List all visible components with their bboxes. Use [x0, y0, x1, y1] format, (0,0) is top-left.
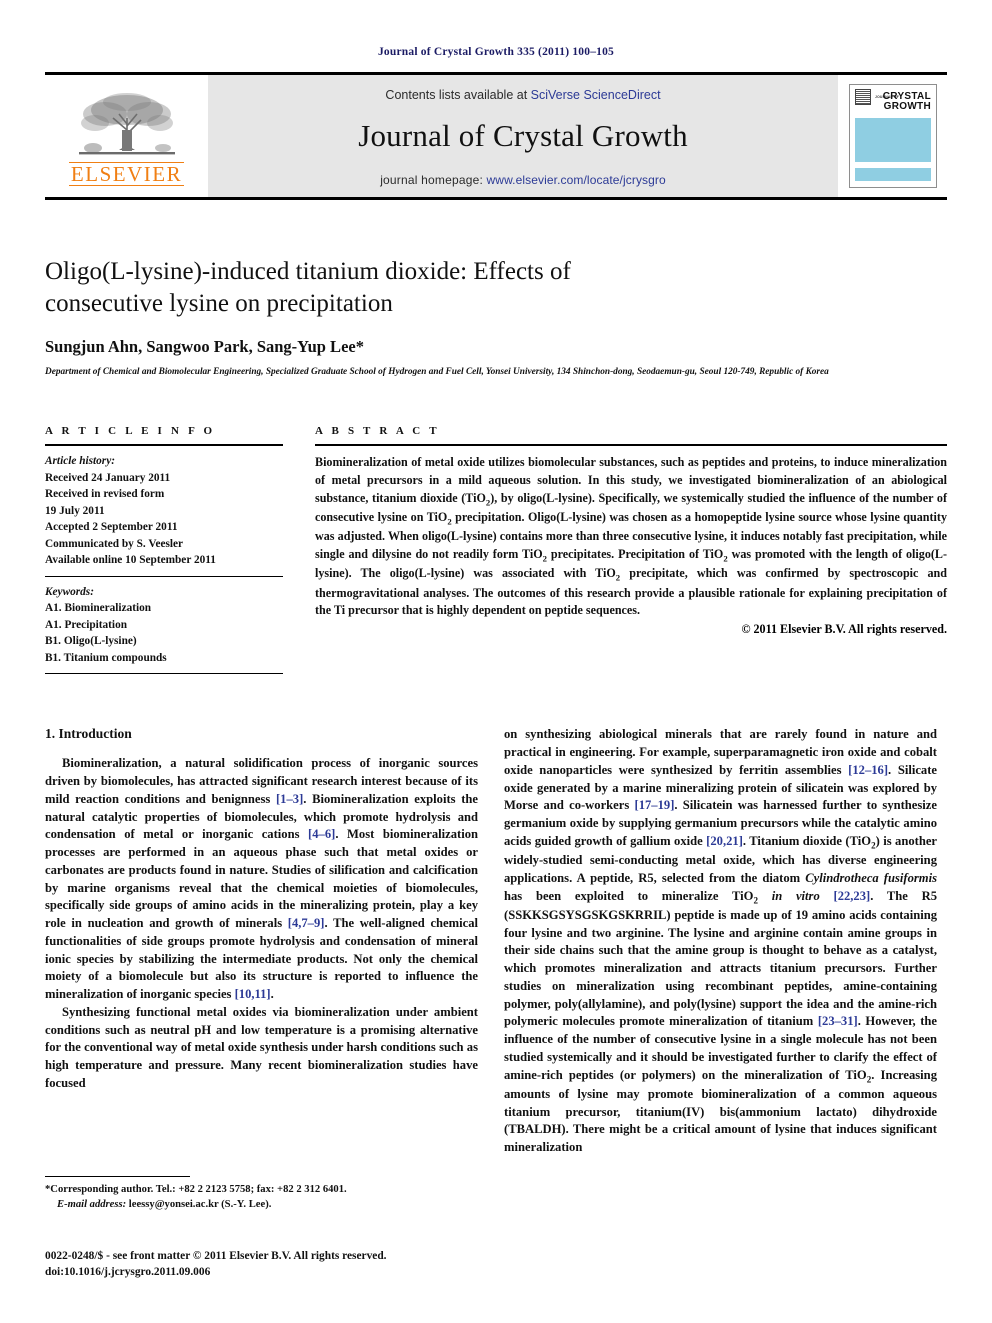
issn-front-matter: 0022-0248/$ - see front matter © 2011 El… [45, 1250, 387, 1262]
issn-copyright-block: 0022-0248/$ - see front matter © 2011 El… [45, 1248, 495, 1280]
abstract-text: Biomineralization of metal oxide utilize… [315, 446, 947, 620]
doi-line[interactable]: doi:10.1016/j.jcrysgro.2011.09.006 [45, 1264, 495, 1280]
email-address[interactable]: leessy@yonsei.ac.kr (S.-Y. Lee). [126, 1199, 272, 1210]
history-item: 19 July 2011 [45, 504, 105, 517]
intro-l-c: . Most biomineralization processes are p… [45, 827, 478, 931]
info-abstract-row: A R T I C L E I N F O Article history: R… [45, 425, 947, 675]
cover-title-line2: GROWTH [883, 101, 931, 113]
intro-l-e: . [270, 987, 274, 1002]
citation-link[interactable]: [22,23] [834, 889, 871, 903]
journal-homepage-line: journal homepage: www.elsevier.com/locat… [380, 173, 666, 187]
in-vitro-term: in vitro [771, 888, 820, 903]
history-item: Available online 10 September 2011 [45, 554, 216, 567]
intro-paragraph-1: Biomineralization, a natural solidificat… [45, 755, 478, 1004]
article-info-column: A R T I C L E I N F O Article history: R… [45, 425, 283, 675]
body-column-right: on synthesizing abiological minerals tha… [504, 726, 937, 1157]
keyword-item: A1. Biomineralization [45, 602, 152, 615]
section-heading-introduction: 1. Introduction [45, 726, 132, 742]
citation-link[interactable]: [10,11] [235, 987, 271, 1001]
sciencedirect-link[interactable]: SciVerse ScienceDirect [531, 88, 661, 102]
elsevier-tree-icon [78, 92, 175, 155]
abstract-copyright: © 2011 Elsevier B.V. All rights reserved… [741, 622, 947, 637]
elsevier-logo: ELSEVIER [45, 75, 208, 197]
keywords-label: Keywords: [45, 585, 94, 598]
contents-prefix: Contents lists available at [385, 88, 531, 102]
email-label: E-mail address: [57, 1199, 127, 1211]
affiliation: Department of Chemical and Biomolecular … [45, 367, 829, 377]
citation-link[interactable]: [1–3] [276, 792, 303, 806]
abstract-seg-4: precipitates. Precipitation of TiO [547, 547, 724, 562]
citation-link[interactable]: [12–16] [848, 763, 888, 777]
history-item: Accepted 2 September 2011 [45, 521, 178, 534]
keyword-item: B1. Oligo(L-lysine) [45, 635, 137, 648]
journal-title: Journal of Crystal Growth [358, 118, 688, 153]
history-item: Received in revised form [45, 488, 165, 501]
cover-image-band [855, 118, 931, 162]
author-list: Sungjun Ahn, Sangwoo Park, Sang-Yup Lee* [45, 337, 364, 356]
intro-r-f: has been exploited to mineralize TiO [504, 888, 754, 903]
intro-r-d: . Titanium dioxide (TiO [742, 833, 872, 848]
title-block: Oligo(L-lysine)-induced titanium dioxide… [45, 256, 947, 379]
intro-paragraph-3: on synthesizing abiological minerals tha… [504, 726, 937, 1157]
page-title: Oligo(L-lysine)-induced titanium dioxide… [45, 258, 571, 317]
contents-available-line: Contents lists available at SciVerse Sci… [385, 88, 660, 102]
corresponding-text: Corresponding author. Tel.: +82 2 2123 5… [50, 1184, 347, 1195]
homepage-url-link[interactable]: www.elsevier.com/locate/jcrysgro [487, 173, 666, 187]
journal-cover-thumbnail: JOURNAL OF CRYSTAL GROWTH [838, 75, 947, 197]
citation-link[interactable]: [4–6] [308, 827, 335, 841]
intro-paragraph-2: Synthesizing functional metal oxides via… [45, 1004, 478, 1090]
organism-name: Cylindrotheca fusiformis [805, 870, 937, 885]
keyword-item: B1. Titanium compounds [45, 651, 167, 664]
history-item: Communicated by S. Veesler [45, 537, 184, 550]
cover-mini-logo-icon [855, 89, 871, 105]
intro-r-g: . The R5 (SSKKSGSYSGSKGSKRRIL) peptide i… [504, 888, 938, 1029]
cover-header: JOURNAL OF CRYSTAL GROWTH [855, 89, 931, 115]
paper-page: Journal of Crystal Growth 335 (2011) 100… [0, 0, 992, 1323]
cover-footer-band [855, 168, 931, 181]
article-history-label: Article history: [45, 455, 115, 468]
abstract-heading: A B S T R A C T [315, 425, 440, 438]
keywords-block: Keywords: A1. Biomineralization A1. Prec… [45, 577, 283, 666]
history-item: Received 24 January 2011 [45, 471, 171, 484]
article-info-rule-bottom [45, 673, 283, 675]
cover-title-wrap: JOURNAL OF CRYSTAL GROWTH [874, 89, 931, 112]
elsevier-wordmark: ELSEVIER [68, 161, 185, 187]
citation-link[interactable]: [20,21] [706, 834, 743, 848]
footnote-rule [45, 1176, 190, 1177]
citation-link[interactable]: [4,7–9] [288, 916, 325, 930]
running-head: Journal of Crystal Growth 335 (2011) 100… [377, 46, 615, 58]
article-info-heading: A R T I C L E I N F O [45, 425, 216, 438]
homepage-prefix: journal homepage: [380, 173, 487, 187]
citation-link[interactable]: [23–31] [818, 1014, 858, 1028]
body-column-left: 1. Introduction Biomineralization, a nat… [45, 726, 478, 1157]
body-columns: 1. Introduction Biomineralization, a nat… [45, 726, 947, 1157]
journal-masthead: ELSEVIER Contents lists available at Sci… [45, 72, 947, 200]
keyword-item: A1. Precipitation [45, 618, 127, 631]
masthead-center: Contents lists available at SciVerse Sci… [208, 75, 838, 197]
corresponding-author-note: *Corresponding author. Tel.: +82 2 2123 … [45, 1182, 478, 1197]
cover-thumb-inner: JOURNAL OF CRYSTAL GROWTH [849, 84, 937, 188]
footnote-block: *Corresponding author. Tel.: +82 2 2123 … [45, 1176, 478, 1212]
citation-link[interactable]: [17–19] [635, 798, 675, 812]
article-history-block: Article history: Received 24 January 201… [45, 446, 283, 568]
abstract-column: A B S T R A C T Biomineralization of met… [315, 425, 947, 674]
intro-sub-2: 2 [753, 895, 758, 906]
email-note: E-mail address: leessy@yonsei.ac.kr (S.-… [45, 1197, 478, 1212]
